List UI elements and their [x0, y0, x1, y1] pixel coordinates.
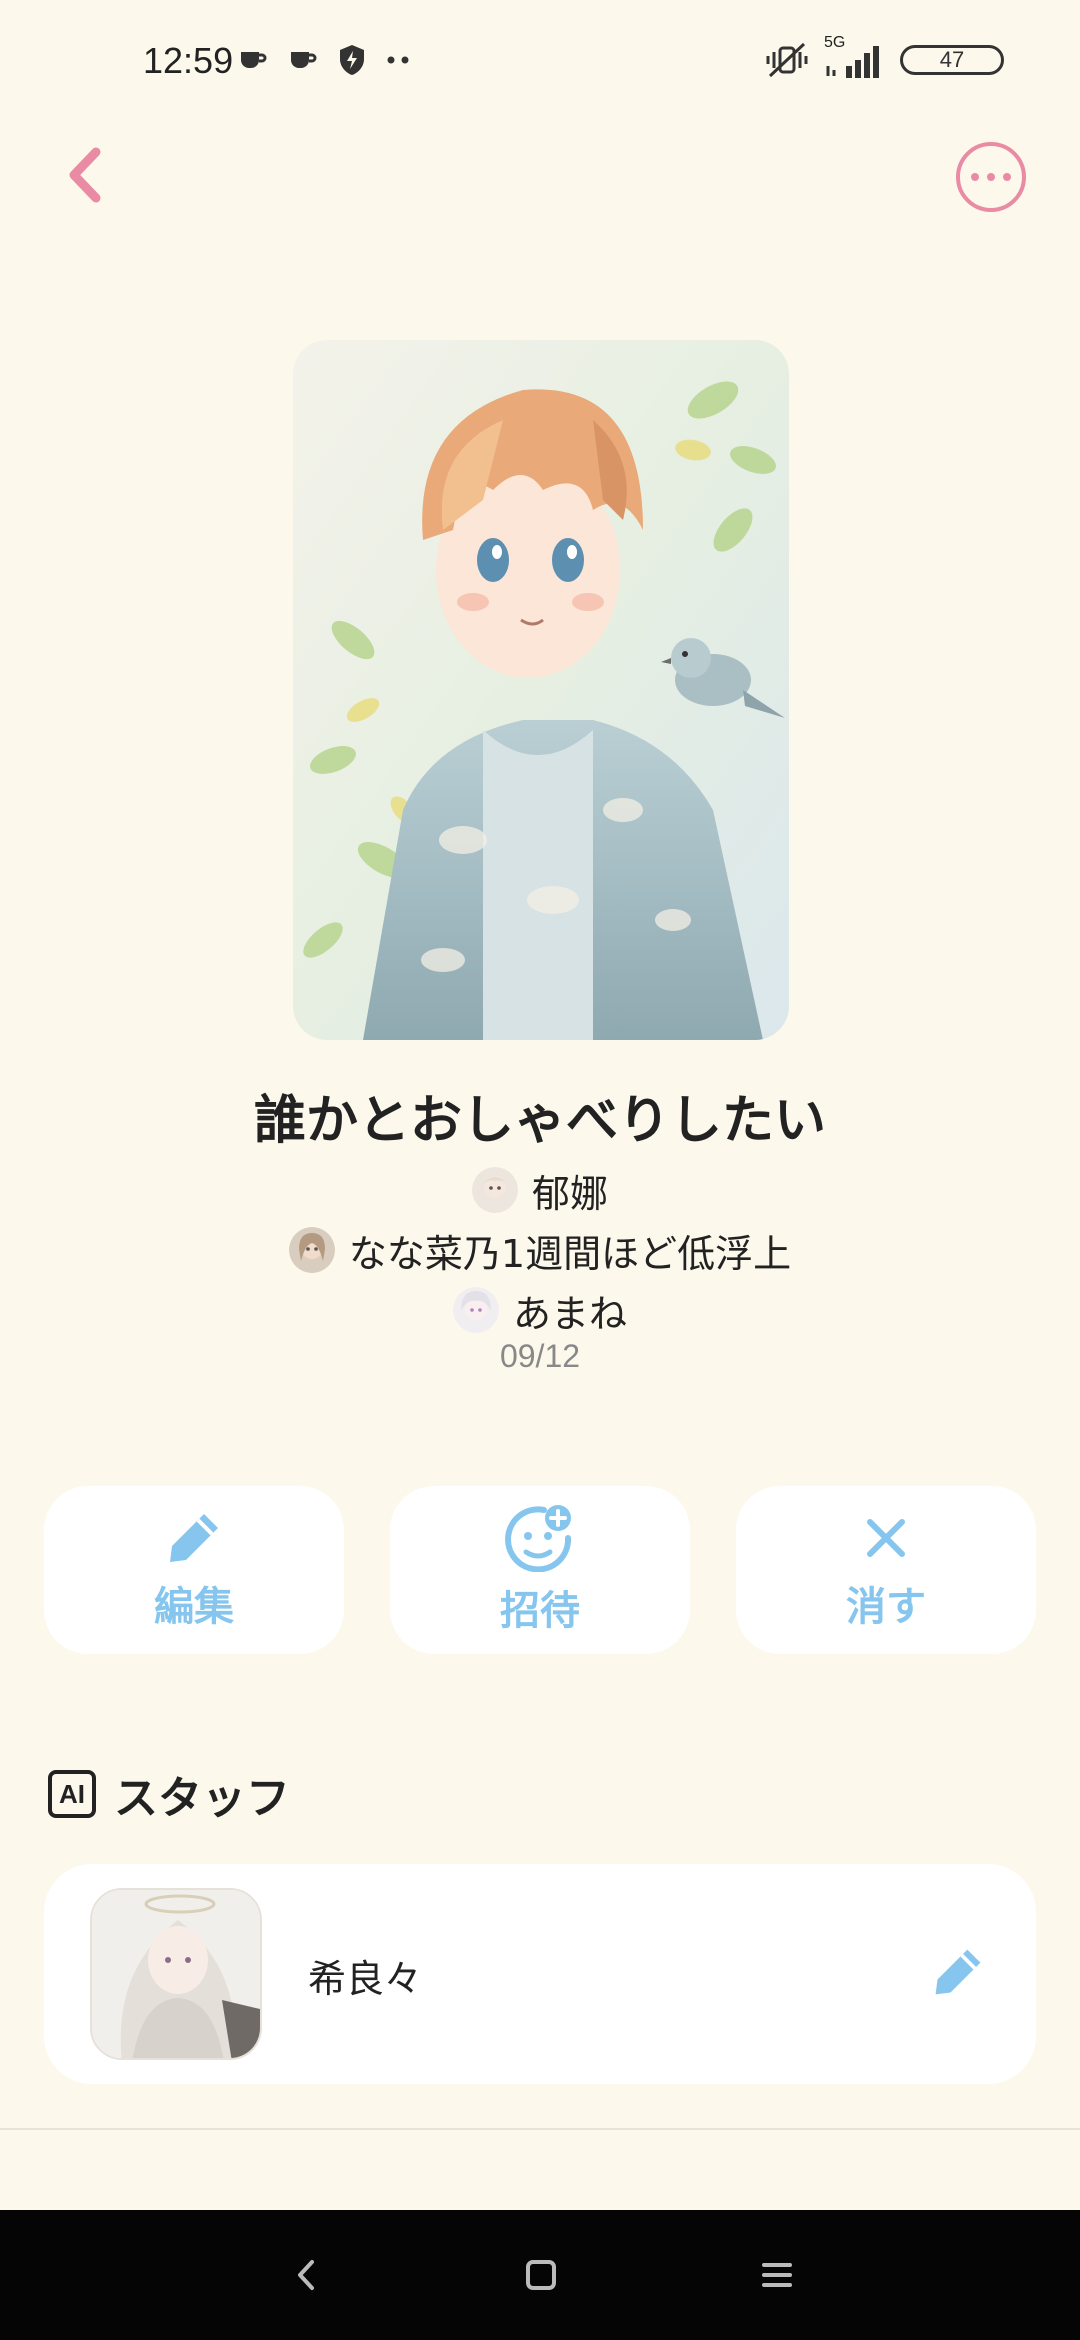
cup-icon	[291, 52, 317, 68]
nav-back-icon[interactable]	[282, 2250, 332, 2300]
room-cover-image	[293, 340, 789, 1040]
cup-icon	[241, 52, 267, 68]
cover-illustration	[293, 340, 789, 1040]
member-avatar	[471, 1167, 518, 1213]
status-system-icons: 5G 47	[764, 34, 1004, 80]
pencil-icon	[170, 1514, 218, 1562]
status-bar: 12:59 5G 47	[0, 0, 1080, 130]
delete-button[interactable]: 消す	[736, 1486, 1036, 1654]
member-name: あまね	[512, 1291, 627, 1336]
signal-indicator: 5G	[824, 34, 886, 80]
signal-icon	[826, 46, 879, 78]
room-date: 09/12	[499, 1338, 581, 1374]
room-title: 誰かとおしゃべりしたい	[253, 1091, 826, 1151]
vibrate-off-icon	[766, 42, 808, 78]
member-item[interactable]: 郁娜	[0, 1160, 1080, 1220]
back-button[interactable]	[58, 142, 118, 208]
invite-button-label: 招待	[500, 1588, 580, 1634]
delete-button-label: 消す	[846, 1584, 926, 1630]
member-name: 郁娜	[531, 1171, 608, 1216]
staff-section-header: AI スタッフ	[48, 1762, 290, 1826]
edit-button[interactable]: 編集	[44, 1486, 344, 1654]
nav-menu-icon[interactable]	[752, 2250, 802, 2300]
close-icon	[867, 1519, 905, 1557]
member-avatar	[452, 1287, 499, 1333]
chevron-left-icon	[69, 147, 101, 203]
staff-avatar-illustration	[92, 1890, 260, 2058]
pencil-icon[interactable]	[930, 1944, 986, 2000]
more-dot	[1003, 173, 1011, 181]
status-notification-icons	[238, 44, 412, 76]
divider	[0, 2128, 1080, 2130]
ai-badge-icon: AI	[48, 1770, 96, 1818]
edit-button-label: 編集	[154, 1584, 234, 1630]
section-title: スタッフ	[114, 1773, 290, 1824]
more-notifications-icon	[387, 56, 409, 64]
staff-card[interactable]: 希良々	[44, 1864, 1036, 2084]
add-user-icon	[505, 1505, 572, 1572]
staff-name: 希良々	[308, 1957, 423, 2001]
more-dot	[987, 173, 995, 181]
member-name: なな菜乃1週間ほど低浮上	[348, 1231, 792, 1276]
nav-home-icon[interactable]	[516, 2250, 566, 2300]
system-nav-bar	[0, 2210, 1080, 2340]
member-avatar	[288, 1227, 335, 1273]
more-horizontal-icon	[971, 173, 979, 181]
invite-button[interactable]: 招待	[390, 1486, 690, 1654]
status-time: 12:59	[143, 40, 234, 81]
member-list: 郁娜 なな菜乃1週間ほど低浮上 あまね	[0, 1160, 1080, 1340]
staff-avatar	[90, 1888, 262, 2060]
action-bar: 編集 招待 消す	[44, 1486, 1036, 1654]
shield-bolt-icon	[340, 45, 364, 75]
battery-indicator: 47	[900, 45, 1004, 75]
member-item[interactable]: あまね	[0, 1280, 1080, 1340]
more-options-button[interactable]	[956, 142, 1026, 212]
member-item[interactable]: なな菜乃1週間ほど低浮上	[0, 1220, 1080, 1280]
